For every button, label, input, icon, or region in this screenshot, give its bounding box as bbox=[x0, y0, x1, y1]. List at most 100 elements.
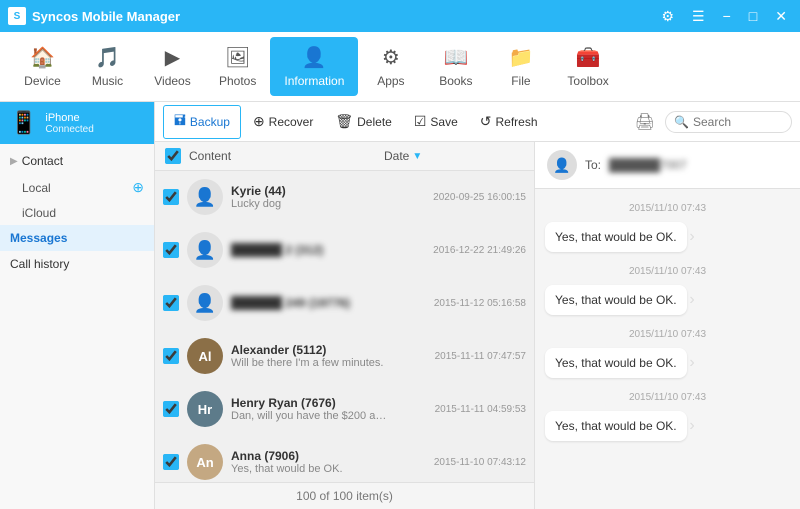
chat-to-label: To: bbox=[585, 158, 601, 172]
message-preview: Yes, that would be OK. bbox=[231, 463, 388, 475]
delete-icon: 🗑 bbox=[335, 113, 353, 130]
item-checkbox[interactable] bbox=[163, 348, 179, 364]
contact-arrow-icon: ▶ bbox=[10, 156, 18, 167]
list-item[interactable]: 👤 ██████ 2 (312) 2016-12-22 21:49:26 bbox=[155, 224, 534, 277]
list-item[interactable]: Al Alexander (5112) Will be there I'm a … bbox=[155, 330, 534, 383]
app-logo: S Syncos Mobile Manager bbox=[8, 7, 656, 25]
save-label: Save bbox=[430, 115, 457, 129]
backup-icon: 🖬 bbox=[174, 110, 186, 134]
avatar: Al bbox=[187, 338, 223, 374]
backup-label: Backup bbox=[190, 115, 230, 129]
message-info: Henry Ryan (7676) Dan, will you have the… bbox=[231, 396, 388, 422]
tab-music-label: Music bbox=[92, 74, 123, 88]
tab-toolbox-label: Toolbox bbox=[567, 74, 608, 88]
message-list: Content Date ▼ 👤 Kyrie (44) Lucky dog bbox=[155, 142, 535, 509]
list-header: Content Date ▼ bbox=[155, 142, 534, 171]
iphone-icon: 📱 bbox=[10, 110, 37, 136]
item-checkbox[interactable] bbox=[163, 454, 179, 470]
print-icon[interactable]: 🖨 bbox=[627, 108, 663, 136]
message-preview: Lucky dog bbox=[231, 198, 388, 210]
contact-name: Kyrie (44) bbox=[231, 184, 388, 198]
message-date: 2020-09-25 16:00:15 bbox=[396, 192, 526, 203]
device-status: Connected bbox=[45, 124, 93, 135]
titlebar: S Syncos Mobile Manager ⚙ ☰ − □ ✕ bbox=[0, 0, 800, 32]
delete-label: Delete bbox=[357, 115, 392, 129]
device-info: 📱 iPhone Connected bbox=[0, 102, 154, 144]
nav-tabs: 🏠 Device 🎵 Music ▶ Videos 🖼 Photos 👤 Inf… bbox=[0, 32, 800, 102]
date-column-header: Date ▼ bbox=[384, 149, 524, 163]
item-checkbox[interactable] bbox=[163, 295, 179, 311]
save-button[interactable]: ☑ Save bbox=[404, 109, 468, 134]
sidebar-item-call-history[interactable]: Call history bbox=[0, 251, 154, 277]
toolbar: 🖬 Backup ⊕ Recover 🗑 Delete ☑ Save ↺ Ref… bbox=[155, 102, 800, 142]
tab-videos[interactable]: ▶ Videos bbox=[140, 37, 205, 96]
sidebar-item-icloud[interactable]: iCloud bbox=[0, 201, 154, 225]
content-column-header: Content bbox=[189, 149, 376, 163]
sidebar-item-contact[interactable]: ▶ Contact bbox=[0, 148, 154, 174]
message-items: 👤 Kyrie (44) Lucky dog 2020-09-25 16:00:… bbox=[155, 171, 534, 482]
tab-photos[interactable]: 🖼 Photos bbox=[205, 37, 270, 96]
message-info: ██████ 2 (312) bbox=[231, 243, 388, 257]
tab-information-label: Information bbox=[284, 74, 344, 88]
add-local-icon[interactable]: ⊕ bbox=[132, 179, 144, 196]
sidebar-item-local[interactable]: Local ⊕ bbox=[0, 174, 154, 201]
sidebar-local-label: Local bbox=[22, 181, 51, 195]
chat-timestamp: 2015/11/10 07:43 bbox=[545, 392, 790, 403]
delete-button[interactable]: 🗑 Delete bbox=[325, 109, 401, 134]
tab-apps[interactable]: ⚙ Apps bbox=[358, 37, 423, 96]
avatar-icon: 👤 bbox=[194, 187, 216, 208]
message-date: 2015-11-11 07:47:57 bbox=[396, 351, 526, 362]
chat-message-group: 2015/11/10 07:43 Yes, that would be OK. bbox=[545, 199, 790, 252]
message-date: 2015-11-10 07:43:12 bbox=[396, 457, 526, 468]
message-info: ██████ 249 (19776) bbox=[231, 296, 388, 310]
sidebar-contact-label: Contact bbox=[22, 154, 63, 168]
sidebar-icloud-label: iCloud bbox=[22, 206, 56, 220]
maximize-icon[interactable]: □ bbox=[744, 6, 762, 26]
chat-header: 👤 To: ██████7007 bbox=[535, 142, 800, 189]
information-tab-icon: 👤 bbox=[302, 45, 327, 70]
avatar: An bbox=[187, 444, 223, 480]
tab-photos-label: Photos bbox=[219, 74, 256, 88]
chat-message-group: 2015/11/10 07:43 Yes, that would be OK. bbox=[545, 262, 790, 315]
list-item[interactable]: 👤 Kyrie (44) Lucky dog 2020-09-25 16:00:… bbox=[155, 171, 534, 224]
device-name: iPhone bbox=[45, 112, 93, 124]
tab-videos-label: Videos bbox=[154, 74, 190, 88]
tab-toolbox[interactable]: 🧰 Toolbox bbox=[553, 37, 622, 96]
recover-button[interactable]: ⊕ Recover bbox=[243, 109, 323, 134]
tab-device[interactable]: 🏠 Device bbox=[10, 37, 75, 96]
tab-books[interactable]: 📖 Books bbox=[423, 37, 488, 96]
item-checkbox[interactable] bbox=[163, 401, 179, 417]
select-all-checkbox[interactable] bbox=[165, 148, 181, 164]
backup-button[interactable]: 🖬 Backup bbox=[163, 105, 241, 139]
tab-file[interactable]: 📁 File bbox=[488, 37, 553, 96]
chat-avatar-icon: 👤 bbox=[553, 157, 570, 174]
tab-music[interactable]: 🎵 Music bbox=[75, 37, 140, 96]
avatar-icon: 👤 bbox=[194, 240, 216, 261]
item-checkbox[interactable] bbox=[163, 189, 179, 205]
message-info: Anna (7906) Yes, that would be OK. bbox=[231, 449, 388, 475]
item-checkbox[interactable] bbox=[163, 242, 179, 258]
close-icon[interactable]: ✕ bbox=[770, 6, 792, 27]
sidebar-item-messages[interactable]: Messages bbox=[0, 225, 154, 251]
search-input[interactable] bbox=[693, 115, 783, 129]
search-box[interactable]: 🔍 bbox=[665, 111, 792, 133]
minimize-icon[interactable]: − bbox=[718, 6, 736, 26]
list-item[interactable]: Hr Henry Ryan (7676) Dan, will you have … bbox=[155, 383, 534, 436]
recover-icon: ⊕ bbox=[253, 113, 265, 130]
list-item[interactable]: 👤 ██████ 249 (19776) 2015-11-12 05:16:58 bbox=[155, 277, 534, 330]
message-info: Kyrie (44) Lucky dog bbox=[231, 184, 388, 210]
list-item[interactable]: An Anna (7906) Yes, that would be OK. 20… bbox=[155, 436, 534, 482]
sort-arrow-icon: ▼ bbox=[412, 151, 422, 162]
refresh-button[interactable]: ↺ Refresh bbox=[470, 109, 548, 134]
contact-name: ██████ 249 (19776) bbox=[231, 296, 388, 310]
avatar-icon: 👤 bbox=[194, 293, 216, 314]
list-footer: 100 of 100 item(s) bbox=[155, 482, 534, 509]
tab-information[interactable]: 👤 Information bbox=[270, 37, 358, 96]
sidebar-call-history-label: Call history bbox=[10, 257, 69, 271]
chat-timestamp: 2015/11/10 07:43 bbox=[545, 329, 790, 340]
menu-icon[interactable]: ☰ bbox=[687, 6, 710, 27]
settings-icon[interactable]: ⚙ bbox=[656, 6, 679, 27]
content-split: Content Date ▼ 👤 Kyrie (44) Lucky dog bbox=[155, 142, 800, 509]
avatar: 👤 bbox=[187, 232, 223, 268]
recover-label: Recover bbox=[269, 115, 314, 129]
